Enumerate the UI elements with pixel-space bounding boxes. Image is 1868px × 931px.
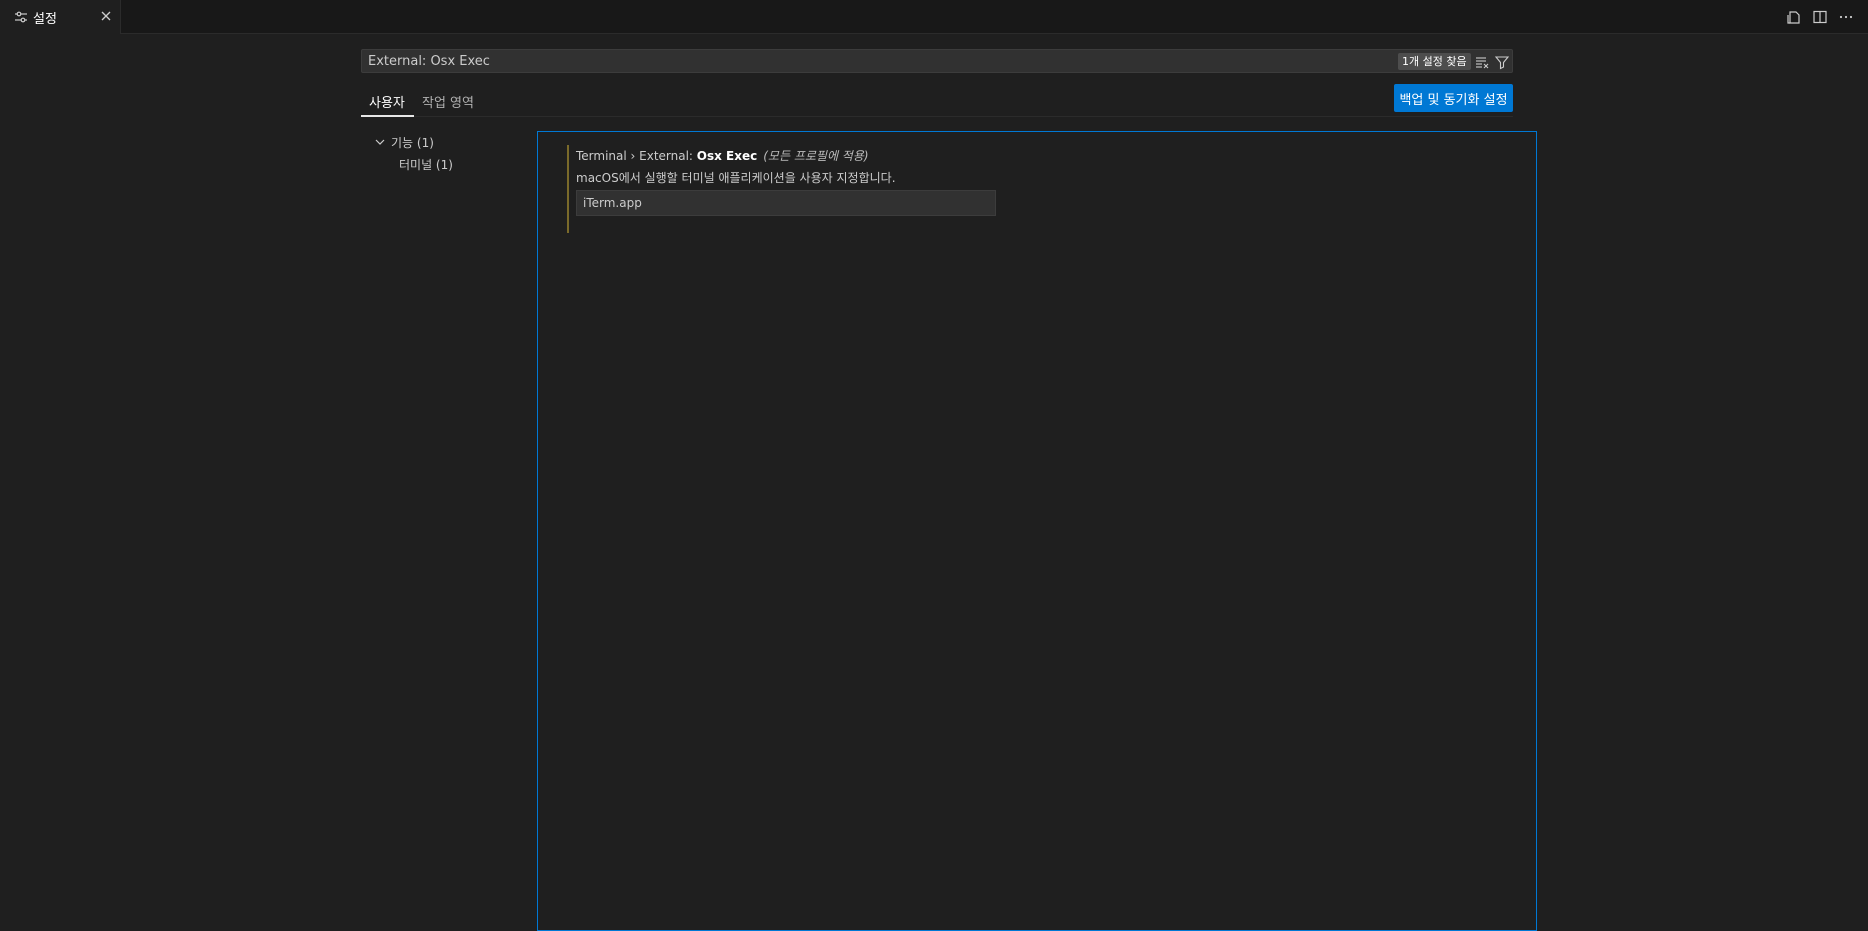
toc-item-features[interactable]: 기능 (1) [391,134,434,151]
settings-sliders-icon [15,11,27,23]
tab-workspace[interactable]: 작업 영역 [422,92,474,111]
settings-search-box: 1개 설정 찾음 [361,49,1513,73]
setting-scope-note: (모든 프로필에 적용) [763,149,869,163]
open-settings-json-icon[interactable] [1786,9,1802,25]
chevron-down-icon[interactable] [374,136,386,148]
setting-name: Osx Exec [696,149,758,163]
toc-item-terminal[interactable]: 터미널 (1) [399,156,453,173]
more-actions-icon[interactable] [1838,9,1854,25]
close-icon[interactable] [99,9,113,23]
setting-value-input[interactable] [576,190,996,216]
filter-icon[interactable] [1494,54,1510,70]
editor-tab-bar: 설정 [0,0,1868,34]
setting-category: Terminal › External: [576,149,697,163]
clear-filter-icon[interactable] [1474,54,1490,70]
settings-scope-tabs: 사용자 작업 영역 [361,86,1513,117]
search-result-count: 1개 설정 찾음 [1398,53,1471,70]
setting-item-osx-exec: Terminal › External: Osx Exec (모든 프로필에 적용… [567,145,996,233]
split-editor-icon[interactable] [1812,9,1828,25]
editor-actions [1786,9,1854,25]
setting-title: Terminal › External: Osx Exec (모든 프로필에 적용… [576,147,869,164]
tab-user[interactable]: 사용자 [369,92,405,111]
setting-description: macOS에서 실행할 터미널 애플리케이션을 사용자 지정합니다. [576,171,896,185]
settings-tab[interactable]: 설정 [0,0,121,34]
active-tab-indicator [361,115,414,117]
settings-list-panel: Terminal › External: Osx Exec (모든 프로필에 적용… [537,131,1537,931]
tab-title: 설정 [33,12,57,27]
settings-search-input[interactable] [368,54,1268,69]
backup-sync-settings-button[interactable]: 백업 및 동기화 설정 [1394,84,1513,112]
